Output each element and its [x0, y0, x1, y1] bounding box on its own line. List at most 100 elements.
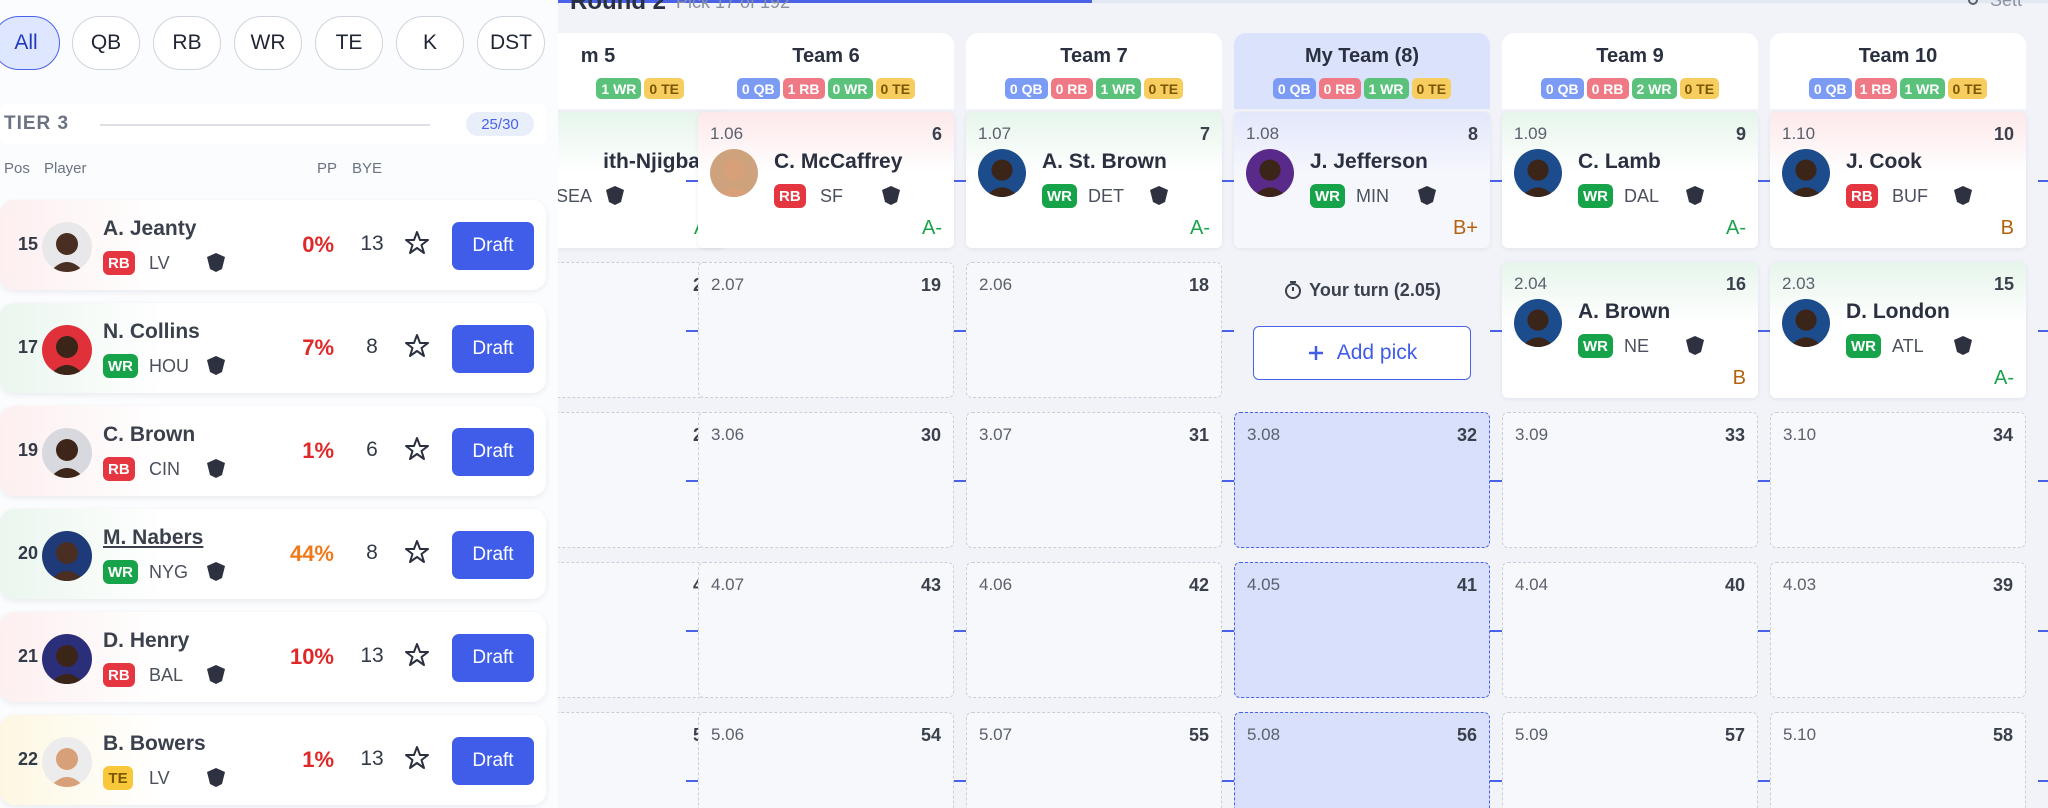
team-header[interactable]: My Team (8) 0 QB 0 RB 1 WR 0 TE [1234, 33, 1490, 109]
pick-number: 5.06 [711, 725, 745, 744]
filter-rb-button[interactable]: RB [153, 16, 221, 70]
snake-connector [2038, 630, 2048, 632]
overall-pick-number: 42 [1188, 575, 1209, 595]
pick-number: 1.06 [710, 124, 744, 143]
filter-all-button[interactable]: All [0, 16, 60, 70]
pick-cell-empty[interactable]: 4.07 43 [698, 562, 954, 698]
pick-number: 5.09 [1515, 725, 1549, 744]
position-badge: WR [1578, 184, 1613, 208]
snake-connector [1222, 330, 1234, 332]
team-logo [1414, 184, 1440, 206]
player-headshot-icon [42, 737, 92, 787]
favorite-button[interactable] [404, 539, 430, 565]
team-header[interactable]: Team 7 0 QB 0 RB 1 WR 0 TE [966, 33, 1222, 109]
pick-cell-empty[interactable]: 4.04 40 [1502, 562, 1758, 698]
player-rank: 20 [18, 543, 39, 563]
col-pp[interactable]: PP [317, 160, 337, 177]
picked-player-name: D. London [1846, 300, 1950, 323]
pick-cell-empty[interactable]: 2.07 19 [698, 262, 954, 398]
add-pick-button[interactable]: Add pick [1253, 326, 1471, 380]
draft-button[interactable]: Draft [452, 737, 534, 785]
pick-cell-empty[interactable]: 5.08 56 [1234, 712, 1490, 808]
pick-number: 5.07 [979, 725, 1013, 744]
player-name[interactable]: D. Henry [103, 629, 189, 653]
pick-cell-empty[interactable]: 4.03 39 [1770, 562, 2026, 698]
favorite-button[interactable] [404, 642, 430, 668]
pick-cell-filled[interactable]: 1.07 7 A. St. Brown WR DET A- [966, 112, 1222, 248]
draft-button[interactable]: Draft [452, 428, 534, 476]
player-row[interactable]: 21 D. Henry RB BAL 10% 13 Draft [0, 612, 546, 702]
col-pos[interactable]: Pos [4, 160, 30, 177]
filter-wr-button[interactable]: WR [234, 16, 302, 70]
player-name[interactable]: M. Nabers [103, 526, 203, 550]
pick-cell-empty[interactable]: 3.06 30 [698, 412, 954, 548]
team-roster-chips: 0 QB 1 RB 1 WR 0 TE [1770, 78, 2026, 99]
pick-cell-empty[interactable]: 3.08 32 [1234, 412, 1490, 548]
snake-connector [1758, 480, 1770, 482]
player-name[interactable]: A. Jeanty [103, 217, 196, 241]
favorite-button[interactable] [404, 436, 430, 462]
pick-cell-empty[interactable]: 4.05 41 [1234, 562, 1490, 698]
pick-cell-filled[interactable]: 1.08 8 J. Jefferson WR MIN B+ [1234, 112, 1490, 248]
player-row[interactable]: 15 A. Jeanty RB LV 0% 13 Draft [0, 200, 546, 290]
pick-cell-empty[interactable]: 2.06 18 [966, 262, 1222, 398]
snake-connector [2038, 180, 2048, 182]
player-row[interactable]: 17 N. Collins WR HOU 7% 8 Draft [0, 303, 546, 393]
pick-cell-filled[interactable]: 2.03 15 D. London WR ATL A- [1770, 262, 2026, 398]
player-name[interactable]: N. Collins [103, 320, 200, 344]
pick-cell-filled[interactable]: 2.04 16 A. Brown WR NE B [1502, 262, 1758, 398]
pick-cell-empty[interactable]: 3.10 34 [1770, 412, 2026, 548]
favorite-button[interactable] [404, 745, 430, 771]
favorite-star-icon [405, 540, 429, 563]
filter-dst-button[interactable]: DST [477, 16, 545, 70]
filter-te-button[interactable]: TE [315, 16, 383, 70]
picked-player-avatar [1514, 299, 1562, 347]
col-player[interactable]: Player [44, 160, 87, 177]
draft-button[interactable]: Draft [452, 634, 534, 682]
player-row[interactable]: 20 M. Nabers WR NYG 44% 8 Draft [0, 509, 546, 599]
pick-cell-empty[interactable]: 5.10 58 [1770, 712, 2026, 808]
pick-cell-empty[interactable]: 5.07 55 [966, 712, 1222, 808]
player-name[interactable]: B. Bowers [103, 732, 206, 756]
player-name[interactable]: C. Brown [103, 423, 195, 447]
draft-button[interactable]: Draft [452, 222, 534, 270]
player-bye: 13 [360, 644, 384, 667]
position-badge-label: TE [103, 766, 133, 790]
position-badge-label: RB [1846, 184, 1878, 208]
timer-icon [1285, 281, 1302, 299]
pick-cell-filled[interactable]: 1.06 6 C. McCaffrey RB SF A- [698, 112, 954, 248]
draft-button[interactable]: Draft [452, 325, 534, 373]
add-pick-label: Add pick [1336, 341, 1418, 364]
draft-button[interactable]: Draft [452, 531, 534, 579]
pick-cell-filled[interactable]: 1.09 9 C. Lamb WR DAL A- [1502, 112, 1758, 248]
pick-cell-empty[interactable]: 4.06 42 [966, 562, 1222, 698]
team-header[interactable]: Team 6 0 QB 1 RB 0 WR 0 TE [698, 33, 954, 109]
pick-cell-empty[interactable]: 5.06 54 [698, 712, 954, 808]
team-roster-chips: 0 QB 0 RB 1 WR 0 TE [1234, 78, 1490, 99]
tier-divider [100, 124, 430, 126]
roster-count-chip: 0 RB [1318, 78, 1361, 99]
favorite-button[interactable] [404, 230, 430, 256]
picked-player-name: ith-Njigba [603, 150, 700, 173]
team-header[interactable]: Team 10 0 QB 1 RB 1 WR 0 TE [1770, 33, 2026, 109]
team-logo [1682, 184, 1708, 206]
your-turn-text: Your turn (2.05) [1234, 280, 1490, 301]
player-row[interactable]: 19 C. Brown RB CIN 1% 6 Draft [0, 406, 546, 496]
team-header[interactable]: Team 9 0 QB 0 RB 2 WR 0 TE [1502, 33, 1758, 109]
player-row[interactable]: 22 B. Bowers TE LV 1% 13 Draft [0, 715, 546, 805]
col-bye[interactable]: BYE [352, 160, 382, 177]
position-badge: WR [1042, 184, 1077, 208]
pick-cell-filled[interactable]: 1.10 10 J. Cook RB BUF B [1770, 112, 2026, 248]
favorite-button[interactable] [404, 333, 430, 359]
position-badge-label: WR [1310, 184, 1345, 208]
pick-cell-empty[interactable]: 3.07 31 [966, 412, 1222, 548]
settings-button[interactable]: Sett [1966, 0, 2022, 11]
player-headshot-icon [42, 222, 92, 272]
filter-qb-button[interactable]: QB [72, 16, 140, 70]
pick-cell-empty[interactable]: 3.09 33 [1502, 412, 1758, 548]
snake-connector [1490, 330, 1502, 332]
filter-k-button[interactable]: K [396, 16, 464, 70]
position-badge: RB [103, 457, 135, 481]
pick-cell-empty[interactable]: 5.09 57 [1502, 712, 1758, 808]
overall-pick-number: 33 [1724, 425, 1745, 445]
